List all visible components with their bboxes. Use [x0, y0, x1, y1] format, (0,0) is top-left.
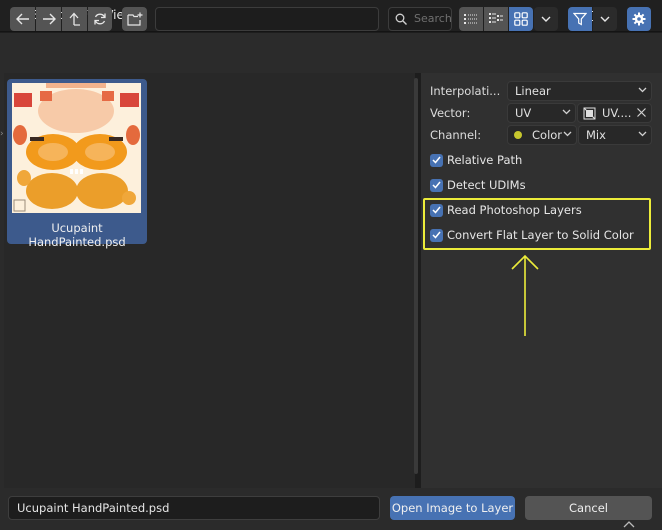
annotation-arrow-icon — [511, 254, 539, 336]
checkbox-box[interactable] — [430, 153, 443, 167]
checkbox-box[interactable] — [430, 178, 443, 192]
display-settings-dropdown[interactable] — [534, 7, 558, 31]
highlight-annotation-box — [423, 198, 651, 250]
display-vertical-list-button[interactable] — [459, 7, 483, 31]
vector-label: Vector: — [430, 106, 471, 120]
uv-map-value: UV.... — [602, 106, 632, 120]
thumbnails-icon — [514, 12, 528, 26]
uv-map-icon — [583, 107, 596, 120]
sidebar-settings-button[interactable] — [627, 7, 651, 31]
vector-dropdown[interactable]: UV — [507, 103, 576, 123]
filter-icon — [573, 12, 587, 26]
relative-path-checkbox[interactable]: Relative Path — [430, 152, 522, 168]
detect-udims-checkbox[interactable]: Detect UDIMs — [430, 177, 526, 193]
uv-map-field[interactable]: UV.... — [577, 103, 652, 123]
blend-mode-dropdown[interactable]: Mix — [578, 125, 652, 145]
refresh-icon — [94, 13, 106, 25]
search-placeholder: Search — [414, 12, 452, 25]
filter-options-dropdown[interactable] — [593, 7, 617, 31]
horizontal-list-icon — [489, 13, 503, 23]
file-list-scrollbar[interactable] — [414, 78, 418, 474]
file-name-label: Ucupaint HandPainted.psd — [28, 221, 126, 249]
display-horizontal-list-button[interactable] — [484, 7, 508, 31]
search-icon — [395, 13, 407, 25]
filename-field[interactable]: Ucupaint HandPainted.psd — [8, 496, 380, 520]
detect-udims-label: Detect UDIMs — [447, 178, 526, 192]
arrow-left-icon — [15, 13, 29, 25]
chevron-down-icon — [563, 131, 572, 137]
relative-path-label: Relative Path — [447, 153, 523, 167]
file-browser-toolbar — [0, 33, 662, 73]
vertical-list-icon — [464, 14, 477, 24]
chevron-down-icon — [600, 16, 610, 22]
parent-directory-icon — [69, 12, 80, 26]
interpolation-value: Linear — [515, 84, 551, 98]
cancel-button[interactable]: Cancel — [525, 496, 652, 520]
display-thumbnails-button[interactable] — [509, 7, 533, 31]
checkmark-icon — [432, 181, 441, 189]
file-thumbnail — [12, 83, 141, 213]
interpolation-label: Interpolati... — [430, 84, 501, 98]
search-field[interactable]: Search — [388, 7, 452, 31]
arrow-right-icon — [42, 13, 56, 25]
texture-thumbnail-image — [12, 83, 141, 213]
chevron-down-icon — [541, 16, 551, 22]
back-button[interactable] — [10, 7, 35, 31]
new-folder-icon — [126, 12, 142, 26]
parent-directory-button[interactable] — [62, 7, 87, 31]
checkmark-icon — [432, 156, 441, 164]
interpolation-dropdown[interactable]: Linear — [507, 81, 652, 101]
channel-label: Channel: — [430, 128, 482, 142]
color-socket-dot-icon — [514, 131, 522, 139]
channel-dropdown[interactable]: Color — [507, 125, 577, 145]
resize-grip-icon[interactable] — [622, 519, 636, 528]
chevron-down-icon — [562, 109, 571, 115]
vector-value: UV — [515, 106, 532, 120]
new-folder-button[interactable] — [122, 7, 147, 31]
blend-mode-value: Mix — [586, 128, 606, 142]
clear-x-icon[interactable] — [637, 108, 646, 117]
filter-toggle-button[interactable] — [568, 7, 592, 31]
open-image-to-layer-button[interactable]: Open Image to Layer — [390, 496, 515, 520]
forward-button[interactable] — [36, 7, 61, 31]
chevron-down-icon — [638, 131, 647, 137]
channel-value: Color — [532, 128, 563, 142]
refresh-button[interactable] — [88, 7, 112, 31]
chevron-down-icon — [638, 87, 647, 93]
directory-path-field[interactable] — [155, 7, 379, 31]
gear-icon — [632, 12, 646, 26]
